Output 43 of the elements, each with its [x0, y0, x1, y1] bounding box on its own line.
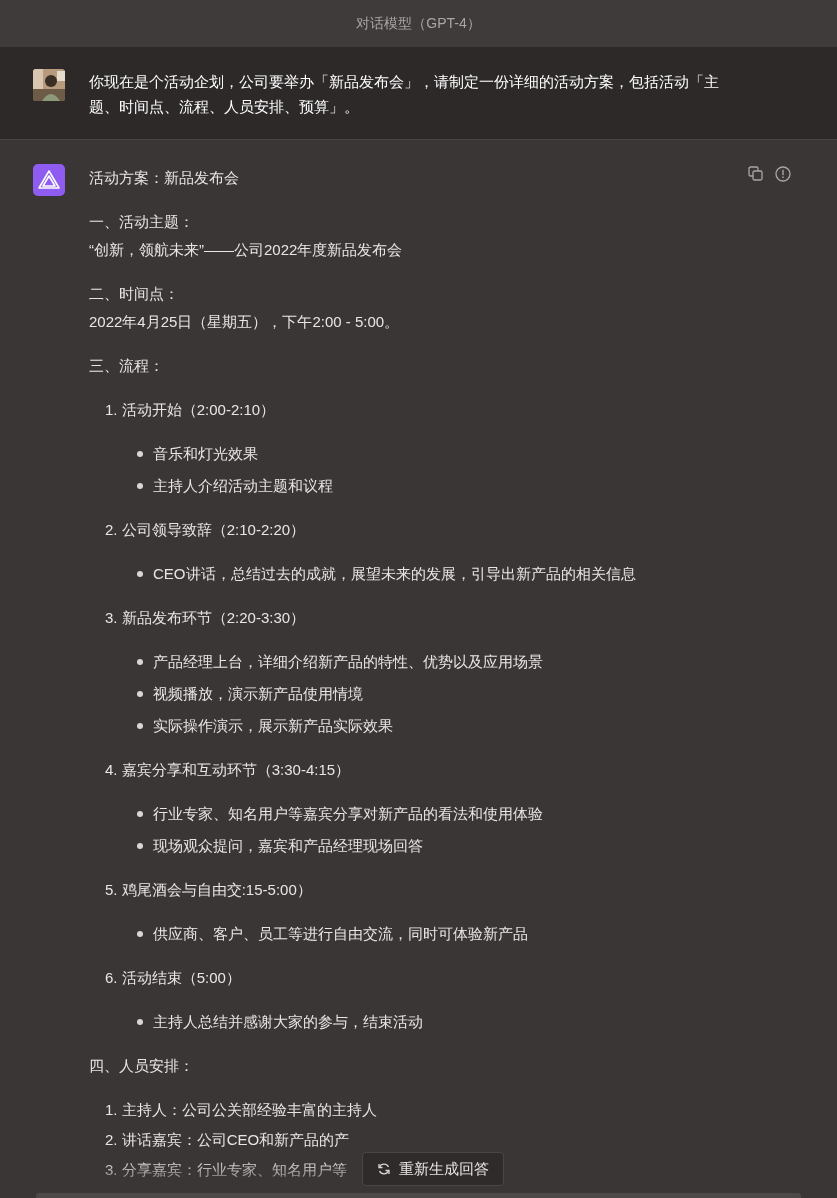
regenerate-button[interactable]: 重新生成回答 — [362, 1152, 504, 1186]
bullet-icon — [137, 451, 143, 457]
bullet-icon — [137, 723, 143, 729]
list-item: 2. 讲话嘉宾：公司CEO和新产品的产 — [105, 1130, 350, 1150]
list-item: 3. 分享嘉宾：行业专家、知名用户等 — [105, 1160, 347, 1180]
list-item: 现场观众提问，嘉宾和产品经理现场回答 — [153, 836, 423, 856]
list-item: 实际操作演示，展示新产品实际效果 — [153, 716, 393, 736]
list-item: 音乐和灯光效果 — [153, 444, 258, 464]
list-item: 主持人介绍活动主题和议程 — [153, 476, 333, 496]
list-item: 6. 活动结束（5:00） — [105, 968, 241, 988]
list-item: 5. 鸡尾酒会与自由交:15-5:00） — [105, 880, 312, 900]
list-item: CEO讲话，总结过去的成就，展望未来的发展，引导出新产品的相关信息 — [153, 564, 636, 584]
list-item: 3. 新品发布环节（2:20-3:30） — [105, 608, 306, 628]
copy-icon[interactable] — [748, 166, 763, 181]
bullet-icon — [137, 659, 143, 665]
text-line: 2022年4月25日（星期五），下午2:00 - 5:00。 — [89, 312, 401, 332]
alert-icon[interactable] — [775, 166, 791, 182]
list-item: 视频播放，演示新产品使用情境 — [153, 684, 363, 704]
text-line: 一、活动主题： — [89, 212, 195, 232]
bullet-icon — [137, 571, 143, 577]
list-item: 1. 主持人：公司公关部经验丰富的主持人 — [105, 1100, 377, 1120]
text-line: “创新，领航未来”——公司2022年度新品发布会 — [89, 240, 404, 260]
list-item: 行业专家、知名用户等嘉宾分享对新产品的看法和使用体验 — [153, 804, 543, 824]
text-line: 四、人员安排： — [89, 1056, 195, 1076]
refresh-icon — [377, 1162, 391, 1176]
bullet-icon — [137, 691, 143, 697]
assistant-logo-icon — [33, 164, 65, 196]
window-title: 对话模型（GPT-4） — [356, 14, 481, 33]
list-item: 4. 嘉宾分享和互动环节（3:30-4:15） — [105, 760, 351, 780]
bullet-icon — [137, 931, 143, 937]
bullet-icon — [137, 843, 143, 849]
list-item: 2. 公司领导致辞（2:10-2:20） — [105, 520, 306, 540]
list-item: 产品经理上台，详细介绍新产品的特性、优势以及应用场景 — [153, 652, 543, 672]
bullet-icon — [137, 483, 143, 489]
bullet-icon — [137, 811, 143, 817]
list-item: 供应商、客户、员工等进行自由交流，同时可体验新产品 — [153, 924, 528, 944]
user-message: 你现在是个活动企划，公司要举办「新品发布会」，请制定一份详细的活动方案，包括活动「主题、时间点、流程、人员安排、预算」。 — [89, 72, 719, 117]
bullet-icon — [137, 1019, 143, 1025]
list-item: 主持人总结并感谢大家的参与，结束活动 — [153, 1012, 423, 1032]
text-line: 二、时间点： — [89, 284, 180, 304]
list-item: 1. 活动开始（2:00-2:10） — [105, 400, 276, 420]
text-line: 活动方案：新品发布会 — [89, 168, 239, 188]
text-line: 三、流程： — [89, 356, 165, 376]
